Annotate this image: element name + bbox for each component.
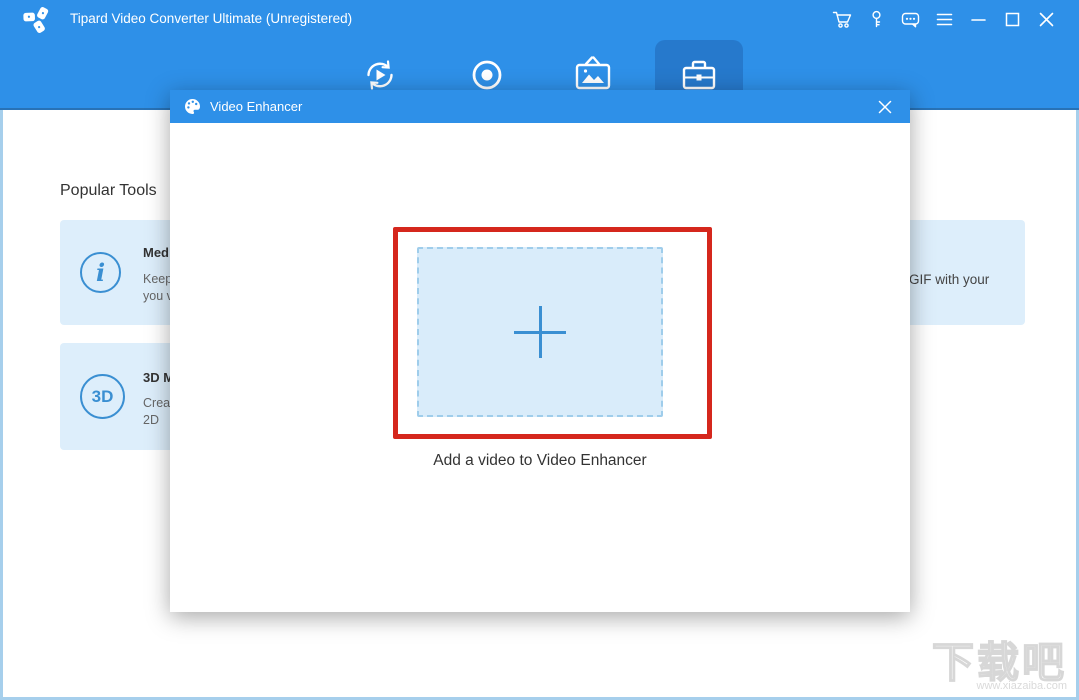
- tool-card-title: Med: [143, 245, 169, 260]
- palette-icon: [184, 98, 201, 115]
- close-icon[interactable]: [1036, 9, 1057, 30]
- info-icon: i: [80, 252, 121, 293]
- add-video-dropzone[interactable]: [417, 247, 663, 417]
- feedback-icon[interactable]: [900, 9, 921, 30]
- mv-icon: [572, 55, 614, 95]
- window-title: Tipard Video Converter Ultimate (Unregis…: [70, 11, 353, 26]
- menu-icon[interactable]: [934, 9, 955, 30]
- dialog-title: Video Enhancer: [210, 99, 303, 114]
- 3d-icon: 3D: [80, 374, 125, 419]
- title-bar: Tipard Video Converter Ultimate (Unregis…: [0, 0, 1079, 38]
- tool-card-desc-line: GIF with your: [909, 272, 990, 287]
- toolbox-icon: [678, 55, 720, 95]
- tool-card-desc-line: you v: [143, 289, 173, 303]
- app-window: Tipard Video Converter Ultimate (Unregis…: [0, 0, 1079, 700]
- dialog-close-icon[interactable]: [865, 90, 905, 123]
- cart-icon[interactable]: [832, 9, 853, 30]
- key-icon[interactable]: [866, 9, 887, 30]
- tool-card-desc-line: 2D: [143, 413, 159, 427]
- tool-card-desc-line: Keep: [143, 272, 173, 286]
- dropzone-caption: Add a video to Video Enhancer: [433, 452, 647, 469]
- convert-icon: [360, 55, 400, 95]
- popular-tools-heading: Popular Tools: [60, 182, 157, 199]
- maximize-icon[interactable]: [1002, 9, 1023, 30]
- tool-card-desc-line: Crea: [143, 396, 171, 410]
- plus-icon: [514, 306, 566, 358]
- record-icon: [467, 55, 507, 95]
- titlebar-actions: [832, 0, 1057, 38]
- app-logo-icon: [22, 4, 52, 34]
- video-enhancer-dialog: Video Enhancer Add a video to Video Enha…: [170, 90, 910, 612]
- dialog-header: Video Enhancer: [170, 90, 910, 123]
- minimize-icon[interactable]: [968, 9, 989, 30]
